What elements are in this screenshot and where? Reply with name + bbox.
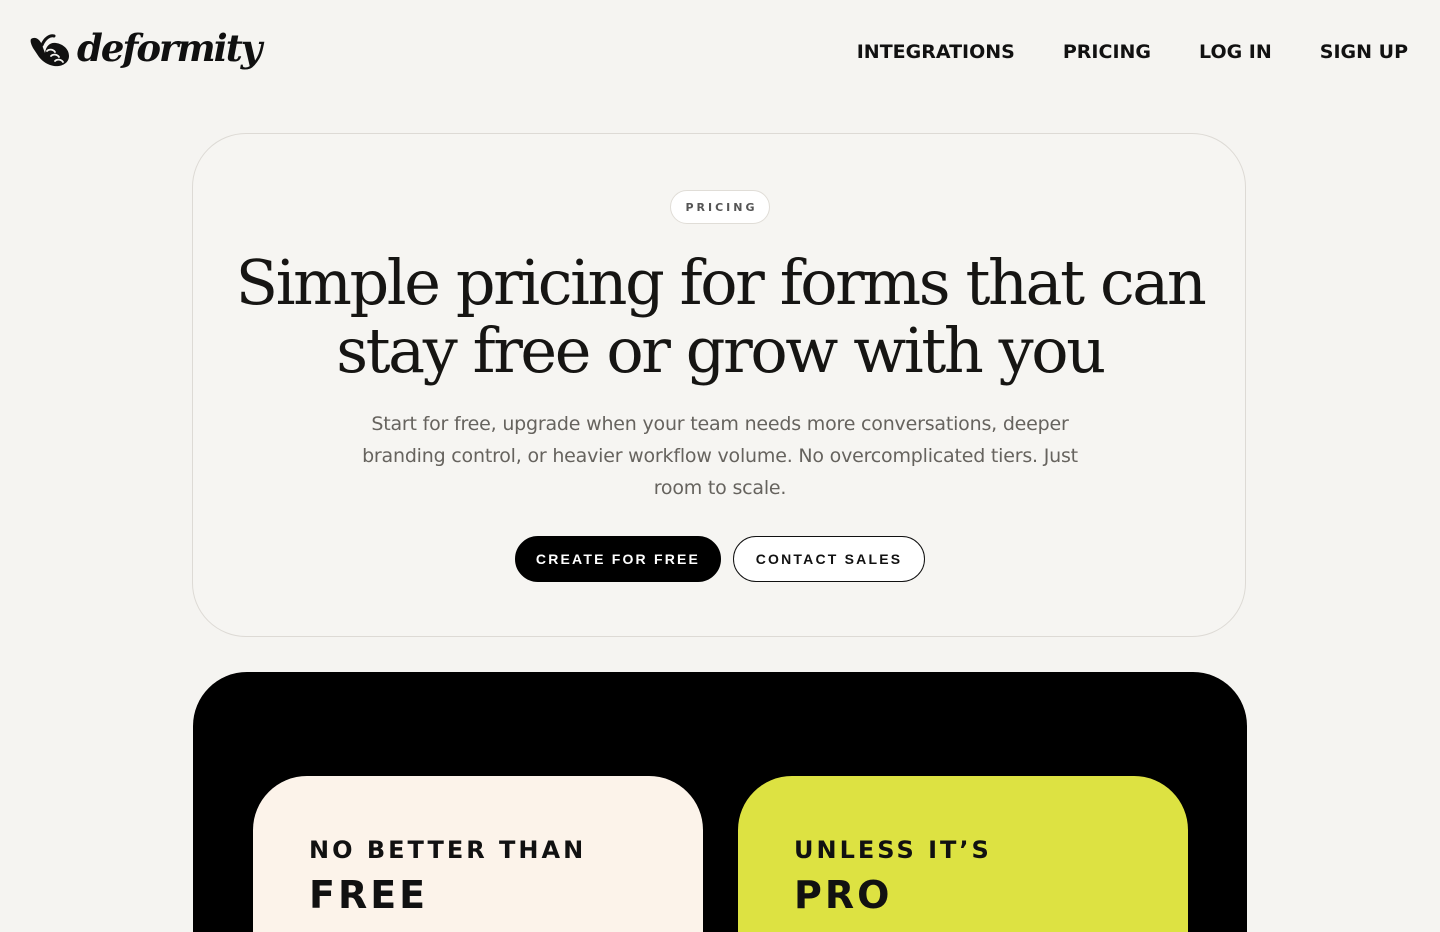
free-plan-card: NO BETTER THAN FREE — [253, 776, 703, 932]
pro-plan-name: PRO — [794, 873, 893, 917]
free-plan-eyebrow: NO BETTER THAN — [309, 836, 587, 864]
nav-integrations-link[interactable]: INTEGRATIONS — [857, 41, 1015, 63]
create-for-free-button[interactable]: CREATE FOR FREE — [515, 536, 721, 582]
hero-description: Start for free, upgrade when your team n… — [362, 413, 1078, 499]
pro-plan-card: UNLESS IT’S PRO — [738, 776, 1188, 932]
hero-actions: CREATE FOR FREE CONTACT SALES — [515, 536, 925, 582]
nav-login-link[interactable]: LOG IN — [1199, 41, 1272, 63]
nav-pricing-link[interactable]: PRICING — [1063, 41, 1151, 63]
pro-plan-eyebrow: UNLESS IT’S — [794, 836, 992, 864]
nav-signup-link[interactable]: SIGN UP — [1320, 41, 1408, 63]
pricing-eyebrow-badge: PRICING — [670, 190, 770, 224]
page-title: Simple pricing for forms that can stay f… — [235, 246, 1207, 387]
pricing-plans-section: NO BETTER THAN FREE UNLESS IT’S PRO — [193, 672, 1247, 932]
contact-sales-button[interactable]: CONTACT SALES — [733, 536, 925, 582]
shaka-hand-icon — [30, 34, 69, 67]
pricing-hero: PRICING Simple pricing for forms that ca… — [192, 133, 1246, 637]
brand-name: deformity — [77, 25, 262, 70]
free-plan-name: FREE — [309, 873, 429, 917]
primary-nav: INTEGRATIONS PRICING LOG IN SIGN UP — [857, 41, 1408, 63]
top-navigation: deformity INTEGRATIONS PRICING LOG IN SI… — [0, 0, 1440, 110]
brand-logo[interactable]: deformity — [29, 25, 262, 72]
